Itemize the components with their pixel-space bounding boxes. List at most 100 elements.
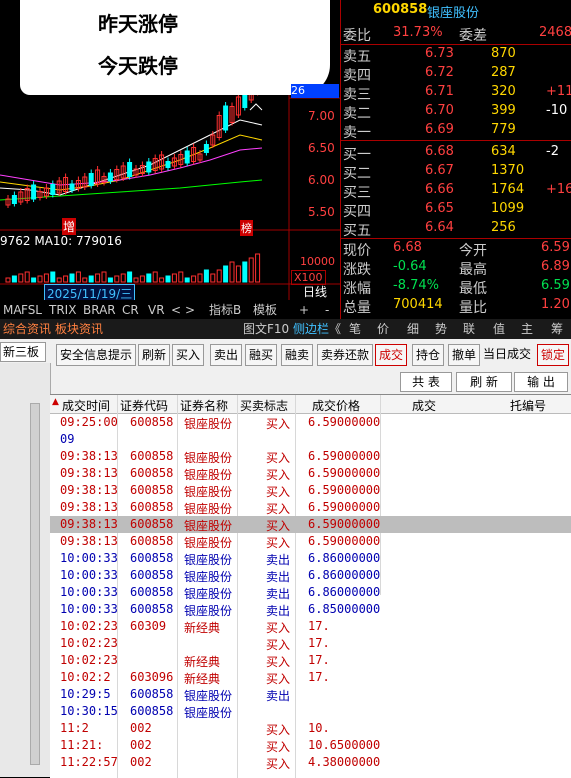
- toolbar-button-5[interactable]: 融卖: [281, 344, 314, 366]
- cell-side: 买入: [266, 655, 291, 669]
- cell-side: 买入: [266, 638, 291, 652]
- tab-fsl[interactable]: FSL: [18, 302, 45, 318]
- cell-time: 10:02:23: [60, 619, 118, 633]
- table-row[interactable]: 09:38:13 600858 银座股份 买入 6.59000000: [50, 465, 571, 482]
- cell-code: 600858: [130, 483, 174, 497]
- tab-zhi[interactable]: 值: [490, 321, 508, 337]
- tab-trix[interactable]: TRIX: [46, 302, 79, 318]
- tab-f10[interactable]: 图文F10: [240, 321, 292, 337]
- volume-bar: [114, 275, 120, 283]
- tab-jia[interactable]: 价: [374, 321, 392, 337]
- tab-brar[interactable]: BRAR: [80, 302, 119, 318]
- tab-template[interactable]: 模板: [250, 302, 280, 318]
- left-scrollbar[interactable]: [30, 403, 40, 765]
- refresh-grid-button[interactable]: 刷 新: [456, 372, 512, 392]
- toolbar-button-3[interactable]: 卖出: [210, 344, 243, 366]
- table-row[interactable]: 09: [50, 431, 571, 448]
- cell-side: 买入: [266, 519, 291, 533]
- price-cursor-label: 26: [291, 84, 339, 98]
- cell-time: 10:00:33: [60, 602, 118, 616]
- tab-next[interactable]: >: [182, 302, 198, 318]
- toolbar-button-6[interactable]: 卖券还款: [317, 344, 374, 366]
- col-side[interactable]: 买卖标志: [240, 397, 288, 414]
- tab-sector-news[interactable]: 板块资讯: [52, 321, 106, 337]
- ask-vol: 870: [491, 46, 516, 61]
- ask-price: 6.71: [425, 84, 454, 99]
- cell-name: 银座股份: [184, 706, 233, 720]
- ask-row[interactable]: 卖五 6.73 870: [341, 46, 571, 65]
- total-button[interactable]: 共 表: [400, 372, 452, 392]
- bid-row[interactable]: 买二 6.67 1370: [341, 163, 571, 182]
- tab-shi[interactable]: 势: [432, 321, 450, 337]
- table-row[interactable]: 09:38:13 600858 银座股份 买入 6.59000000: [50, 533, 571, 550]
- price-tick-4: 5.50: [308, 205, 335, 219]
- volume-bar: [133, 277, 139, 283]
- tab-vr[interactable]: VR: [145, 302, 168, 318]
- tab-minus[interactable]: -: [322, 302, 332, 318]
- volume-bar: [43, 273, 49, 283]
- col-name[interactable]: 证券名称: [180, 397, 228, 414]
- col-deal[interactable]: 成交: [412, 397, 436, 414]
- tab-indicator-b[interactable]: 指标B: [206, 302, 244, 318]
- toolbar-button-11[interactable]: 锁定: [537, 344, 570, 366]
- cell-price: 6.59000000: [308, 500, 381, 514]
- export-button[interactable]: 输 出: [514, 372, 568, 392]
- toolbar-button-10[interactable]: 当日成交: [480, 344, 534, 364]
- redaction-area: [380, 595, 571, 778]
- overlay-line1: 昨天涨停: [98, 12, 178, 36]
- toolbar-button-0[interactable]: 安全信息提示: [56, 344, 137, 366]
- tab-lian[interactable]: 联: [460, 321, 478, 337]
- toolbar-button-4[interactable]: 融买: [245, 344, 278, 366]
- cell-code: 600858: [130, 466, 174, 480]
- volume-bar: [5, 277, 11, 283]
- table-row[interactable]: 10:00:33 600858 银座股份 卖出 6.86000000: [50, 550, 571, 567]
- toolbar-button-2[interactable]: 买入: [172, 344, 205, 366]
- table-row[interactable]: 09:38:13 600858 银座股份 买入 6.59000000: [50, 499, 571, 516]
- ask-row[interactable]: 卖三 6.71 320 +11: [341, 84, 571, 103]
- tab-zhu[interactable]: 主: [518, 321, 536, 337]
- col-time[interactable]: 成交时间: [62, 397, 110, 414]
- toolbar-button-8[interactable]: 持仓: [412, 344, 445, 366]
- col-price[interactable]: 成交价格: [312, 397, 360, 414]
- toolbar-button-7[interactable]: 成交: [375, 344, 408, 366]
- bid-price: 6.68: [425, 144, 454, 159]
- table-row[interactable]: 09:38:13 600858 银座股份 买入 6.59000000: [50, 448, 571, 465]
- bid-row[interactable]: 买五 6.64 256: [341, 220, 571, 239]
- info-tabs: 综合资讯 板块资讯 图文F10 侧边栏 《 笔 价 细 势 联 值 主 筹: [0, 319, 571, 339]
- ask-row[interactable]: 卖四 6.72 287: [341, 65, 571, 84]
- table-row[interactable]: 09:38:13 600858 银座股份 买入 6.59000000: [50, 482, 571, 499]
- tab-plus[interactable]: +: [296, 302, 312, 318]
- table-row[interactable]: 10:00:33 600858 银座股份 卖出 6.86000000: [50, 567, 571, 584]
- bid-row[interactable]: 买四 6.65 1099: [341, 201, 571, 220]
- tab-chou[interactable]: 筹: [548, 321, 566, 337]
- ask-row[interactable]: 卖二 6.70 399 -10: [341, 103, 571, 122]
- ask-vol: 779: [491, 122, 516, 137]
- volume-bar: [223, 265, 229, 283]
- bid-row[interactable]: 买三 6.66 1764 +160: [341, 182, 571, 201]
- cell-time: 09:38:13: [60, 534, 118, 548]
- toolbar-button-1[interactable]: 刷新: [138, 344, 171, 366]
- volume-bar: [18, 273, 24, 283]
- bid-row[interactable]: 买一 6.68 634 -2: [341, 144, 571, 163]
- cell-side: 卖出: [266, 587, 291, 601]
- table-row[interactable]: 09:25:00 600858 银座股份 买入 6.59000000: [50, 414, 571, 431]
- price-tick-2: 6.50: [308, 141, 335, 155]
- left-tab-xinsanban[interactable]: 新三板: [0, 342, 46, 362]
- ask-label: 卖二: [343, 106, 371, 122]
- tab-collapse[interactable]: 《: [326, 321, 344, 337]
- cell-code: 60309: [130, 619, 167, 633]
- deals-table[interactable]: ▲ 成交时间 证券代码 证券名称 买卖标志 成交价格 成交 托编号 09:25:…: [50, 394, 571, 778]
- tab-news[interactable]: 综合资讯: [0, 321, 54, 337]
- tab-daily[interactable]: 日线: [300, 284, 330, 300]
- tab-bi[interactable]: 笔: [346, 321, 364, 337]
- toolbar-button-9[interactable]: 撤单: [448, 344, 481, 366]
- table-row[interactable]: 09:38:13 600858 银座股份 买入 6.59000000: [50, 516, 571, 533]
- col-code[interactable]: 证券代码: [120, 397, 168, 414]
- tab-cr[interactable]: CR: [119, 302, 142, 318]
- col-order-no[interactable]: 托编号: [510, 397, 546, 414]
- ask-row[interactable]: 卖一 6.69 779: [341, 122, 571, 141]
- tab-xi[interactable]: 细: [404, 321, 422, 337]
- kline-chart[interactable]: 昨天涨停 今天跌停 26 7.00 6.50 6.00 5.50 10000 X…: [0, 0, 340, 303]
- volume-bar: [184, 277, 190, 283]
- volume-bar: [56, 277, 62, 283]
